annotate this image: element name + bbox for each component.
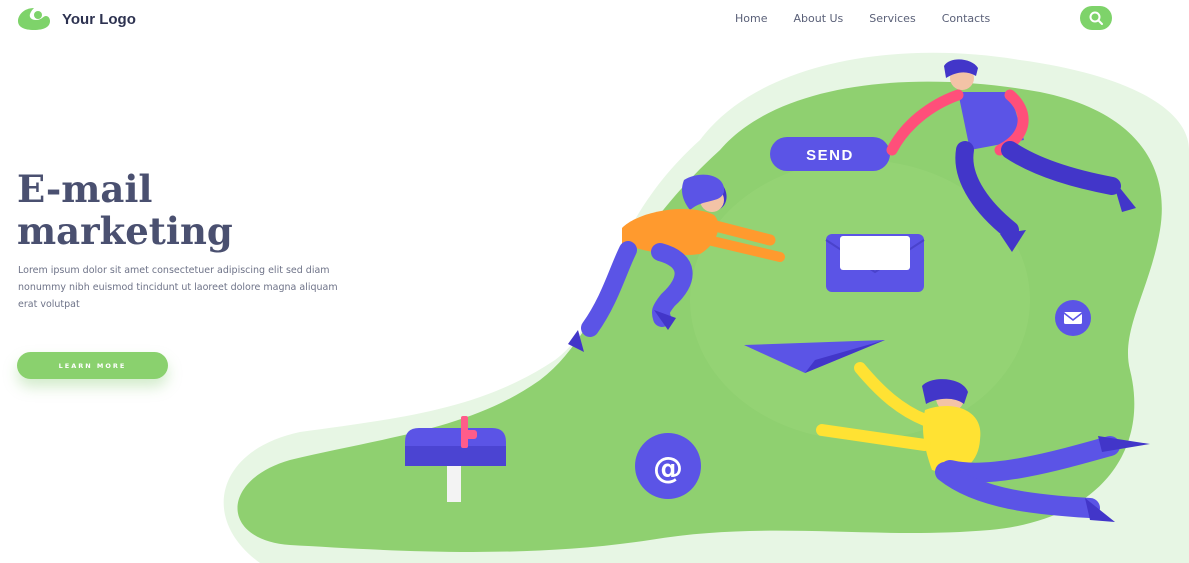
title-line-1: E-mail (17, 167, 153, 211)
send-label: SEND (806, 147, 854, 164)
title-line-2: marketing (17, 209, 233, 253)
send-button-graphic: SEND (770, 137, 890, 171)
page-title: E-mail marketing (17, 168, 337, 252)
at-symbol-label: @ (653, 451, 683, 486)
envelope-icon (825, 234, 925, 292)
mail-circle-icon (1055, 300, 1091, 336)
at-symbol-icon: @ (635, 433, 701, 499)
learn-more-button[interactable]: LEARN MORE (17, 352, 168, 379)
hero-description: Lorem ipsum dolor sit amet consectetuer … (18, 265, 338, 310)
